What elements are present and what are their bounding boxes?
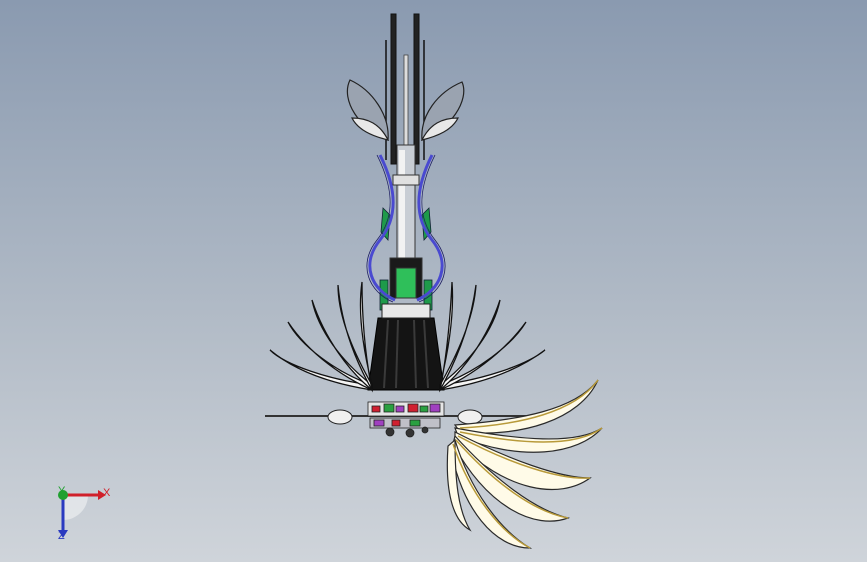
top-rods [385,13,425,166]
z-axis-label: Z [58,530,65,542]
mechanism-base [367,401,445,438]
central-shaft [389,144,423,299]
y-axis-label: Y [58,485,66,497]
gold-wing-fan [446,379,603,549]
left-wing-fan [269,281,373,393]
x-axis-label: X [103,487,111,499]
right-wing-fan [439,281,546,393]
main-body [367,303,445,391]
cad-model[interactable] [0,0,867,562]
graphics-viewport[interactable]: X Y Z [0,0,867,562]
